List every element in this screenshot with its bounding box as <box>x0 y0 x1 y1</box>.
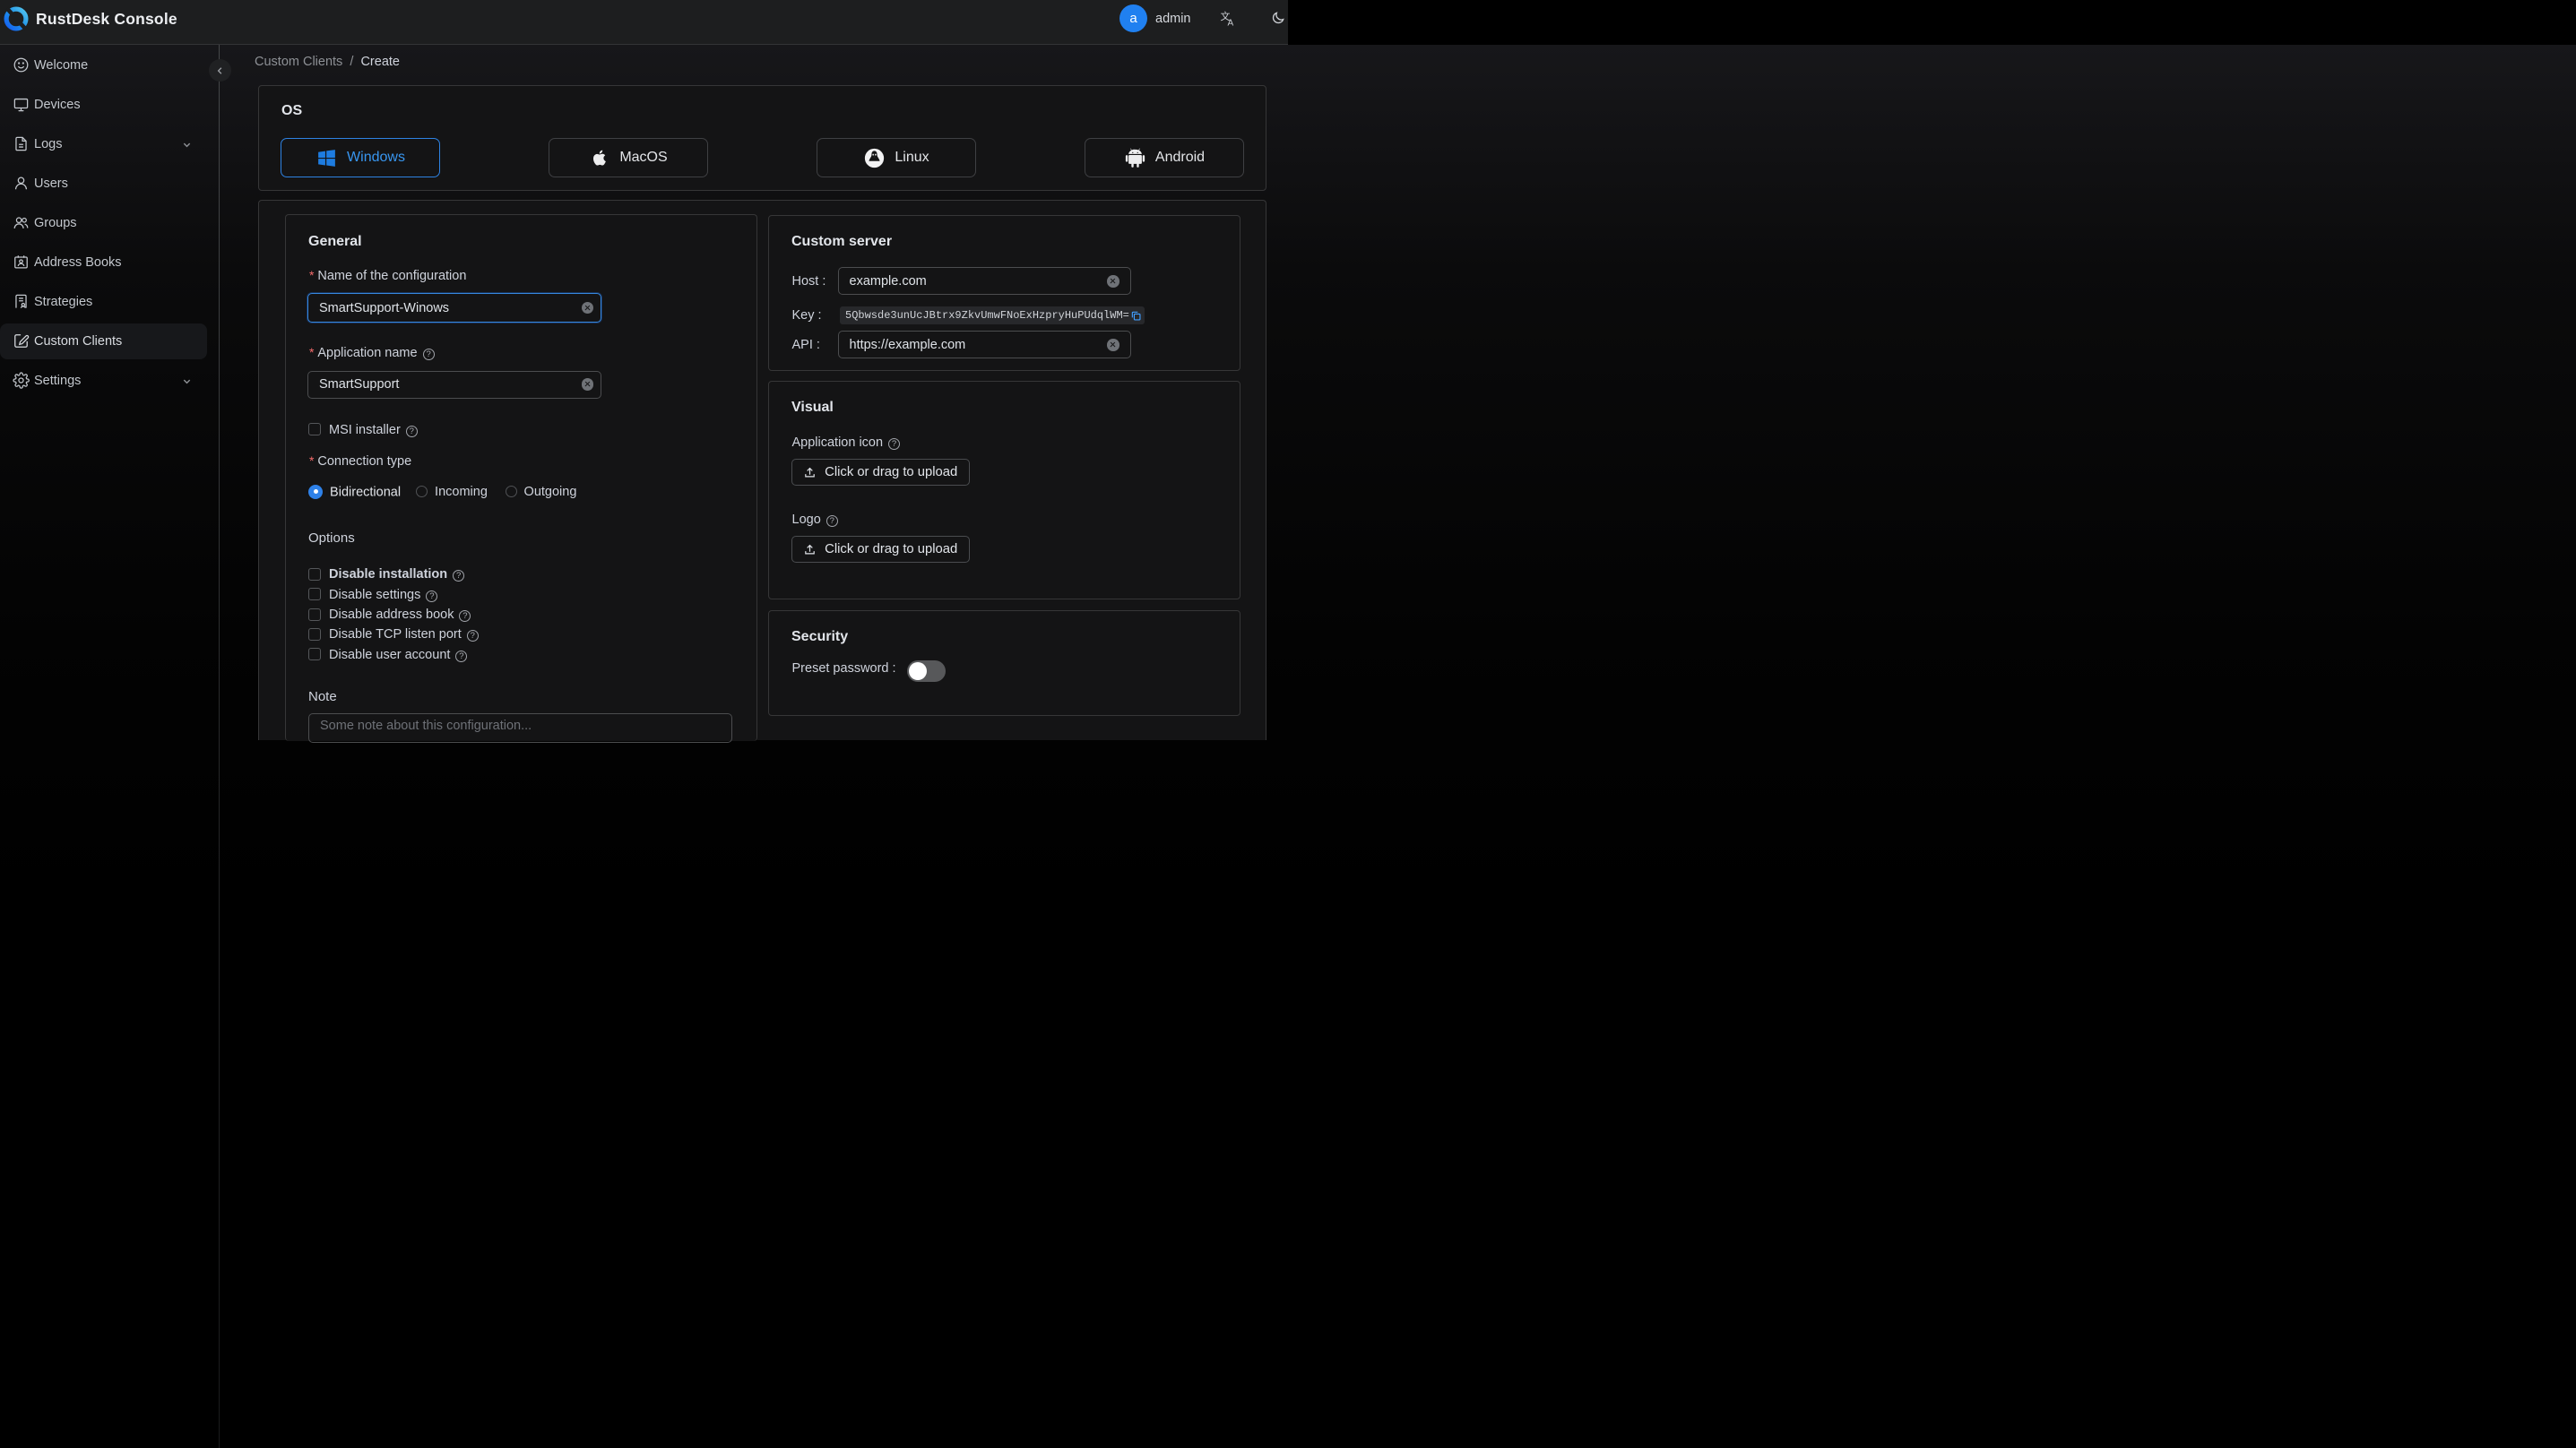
svg-text:A: A <box>1228 18 1234 26</box>
